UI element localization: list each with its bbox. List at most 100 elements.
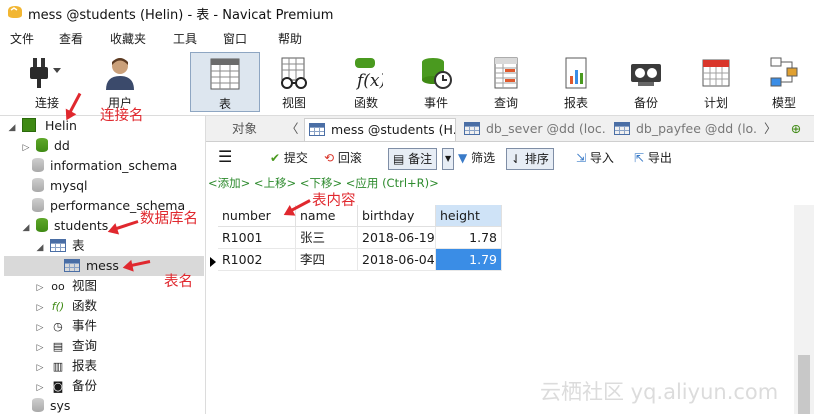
annotation-table-name: 表名 bbox=[164, 274, 193, 290]
plug-icon bbox=[30, 58, 61, 88]
table-icon bbox=[464, 122, 480, 135]
commit-label: 提交 bbox=[283, 151, 308, 165]
filter-button[interactable]: ▼ 筛选 bbox=[458, 148, 495, 170]
tab-db-payfee-label: db_payfee @dd (lo... bbox=[636, 121, 758, 136]
tab-mess[interactable]: mess @students (H... bbox=[304, 118, 456, 141]
export-button[interactable]: ⇱ 导出 bbox=[634, 148, 672, 170]
filter-icon: ▼ bbox=[458, 151, 468, 165]
navigation-tree: ◢ Helin ▷ dd information_schema mysql pe… bbox=[0, 116, 206, 414]
sort-label: 排序 bbox=[524, 152, 549, 166]
new-tab-icon[interactable]: ⊕ bbox=[782, 118, 806, 141]
query-button[interactable]: 查询 bbox=[480, 52, 532, 112]
expand-arrow-icon[interactable]: ▷ bbox=[34, 358, 46, 378]
function-label: 函数 bbox=[353, 96, 378, 110]
tree-db-students[interactable]: ◢ students bbox=[20, 216, 108, 236]
expand-arrow-icon[interactable]: ▷ bbox=[34, 378, 46, 398]
tree-events-label: 事件 bbox=[71, 318, 97, 333]
backup-button[interactable]: 备份 bbox=[620, 52, 672, 112]
menu-view[interactable]: 查看 bbox=[59, 30, 83, 47]
menu-tools[interactable]: 工具 bbox=[173, 30, 197, 47]
expand-arrow-icon[interactable]: ▷ bbox=[34, 278, 46, 298]
expand-arrow-icon[interactable]: ▷ bbox=[34, 338, 46, 358]
expand-arrow-icon[interactable]: ▷ bbox=[34, 318, 46, 338]
collapse-arrow-icon[interactable]: ◢ bbox=[20, 218, 32, 238]
report-button[interactable]: 报表 bbox=[550, 52, 602, 112]
table-cell[interactable]: 张三 bbox=[296, 227, 358, 249]
table-button[interactable]: 表 bbox=[190, 52, 260, 112]
collapse-arrow-icon[interactable]: ◢ bbox=[6, 118, 18, 138]
tree-queries[interactable]: ▷ ▤ 查询 bbox=[34, 336, 97, 356]
tree-tables-folder[interactable]: ◢ 表 bbox=[34, 236, 85, 256]
database-icon bbox=[35, 138, 48, 152]
function-button[interactable]: f(x) 函数 bbox=[340, 52, 392, 112]
database-icon bbox=[32, 198, 44, 212]
collapse-arrow-icon[interactable]: ◢ bbox=[34, 238, 46, 258]
window-title: mess @students (Helin) - 表 - Navicat Pre… bbox=[28, 8, 334, 23]
table-cell[interactable]: R1001 bbox=[218, 227, 296, 249]
model-button[interactable]: 模型 bbox=[758, 52, 810, 112]
table-cell[interactable]: 李四 bbox=[296, 249, 358, 271]
tab-db-sever[interactable]: db_sever @dd (loc... bbox=[460, 118, 606, 141]
column-header-height[interactable]: height bbox=[436, 205, 502, 227]
sort-icon: ⇃ bbox=[511, 152, 522, 166]
tree-functions[interactable]: ▷ f() 函数 bbox=[34, 296, 97, 316]
tab-objects[interactable]: 对象 bbox=[228, 118, 278, 141]
tab-scroll-right-icon[interactable]: 〉 bbox=[760, 118, 776, 141]
tree-reports[interactable]: ▷ ▥ 报表 bbox=[34, 356, 97, 376]
menu-favorites[interactable]: 收藏夹 bbox=[110, 30, 146, 47]
table-cell[interactable]: 1.78 bbox=[436, 227, 502, 249]
import-button[interactable]: ⇲ 导入 bbox=[576, 148, 614, 170]
menu-help[interactable]: 帮助 bbox=[278, 30, 302, 47]
watermark: 云栖社区 yq.aliyun.com bbox=[540, 380, 779, 404]
backup-icon bbox=[631, 64, 661, 86]
rollback-icon: ⟲ bbox=[324, 151, 335, 165]
view-button[interactable]: 视图 bbox=[268, 52, 320, 112]
column-header-birthday[interactable]: birthday bbox=[358, 205, 436, 227]
report-label: 报表 bbox=[563, 96, 588, 110]
report-icon: ▥ bbox=[52, 360, 64, 373]
tree-db-dd[interactable]: ▷ dd bbox=[20, 136, 70, 156]
tree-db-sys[interactable]: sys bbox=[32, 396, 70, 416]
view-icon bbox=[281, 57, 307, 89]
expand-arrow-icon[interactable]: ▷ bbox=[34, 298, 46, 318]
event-button[interactable]: 事件 bbox=[410, 52, 462, 112]
svg-text:f(x): f(x) bbox=[355, 71, 383, 90]
tree-db-label: dd bbox=[53, 138, 70, 153]
user-button[interactable]: 用户 bbox=[94, 52, 146, 112]
menu-window[interactable]: 窗口 bbox=[223, 30, 247, 47]
selected-table-cell[interactable]: 1.79 bbox=[436, 249, 502, 271]
menu-icon[interactable]: ☰ bbox=[218, 148, 232, 170]
connection-icon bbox=[21, 118, 36, 132]
tree-table-label: mess bbox=[86, 258, 119, 273]
report-icon bbox=[565, 57, 587, 89]
table-cell[interactable]: R1002 bbox=[218, 249, 296, 271]
sort-button[interactable]: ⇃ 排序 bbox=[506, 148, 554, 170]
note-dropdown-icon[interactable]: ▼ bbox=[442, 148, 454, 170]
tree-events[interactable]: ▷ ◷ 事件 bbox=[34, 316, 97, 336]
note-button[interactable]: ▤ 备注 bbox=[388, 148, 438, 170]
query-icon: ▤ bbox=[52, 340, 64, 353]
expand-arrow-icon[interactable]: ▷ bbox=[20, 138, 32, 158]
table-cell[interactable]: 2018-06-19 bbox=[358, 227, 436, 249]
schedule-button[interactable]: 计划 bbox=[690, 52, 742, 112]
table-cell[interactable]: 2018-06-04 bbox=[358, 249, 436, 271]
tab-scroll-left-icon[interactable]: 〈 bbox=[282, 118, 298, 141]
database-icon bbox=[32, 178, 44, 192]
commit-button[interactable]: ✔ 提交 bbox=[270, 148, 308, 170]
tree-views[interactable]: ▷ oo 视图 bbox=[34, 276, 97, 296]
tree-queries-label: 查询 bbox=[71, 338, 97, 353]
query-icon bbox=[494, 57, 518, 89]
tab-db-payfee[interactable]: db_payfee @dd (lo... bbox=[610, 118, 758, 141]
filter-label: 筛选 bbox=[471, 151, 496, 165]
rollback-label: 回滚 bbox=[337, 151, 362, 165]
vertical-scrollbar[interactable] bbox=[794, 205, 814, 414]
tree-db-information-schema[interactable]: information_schema bbox=[32, 156, 177, 176]
tree-db-mysql[interactable]: mysql bbox=[32, 176, 88, 196]
tree-backups[interactable]: ▷ ◙ 备份 bbox=[34, 376, 97, 396]
menu-file[interactable]: 文件 bbox=[10, 30, 34, 47]
scrollbar-thumb[interactable] bbox=[798, 355, 810, 414]
database-icon bbox=[32, 398, 44, 412]
tree-views-label: 视图 bbox=[71, 278, 97, 293]
rollback-button[interactable]: ⟲ 回滚 bbox=[324, 148, 362, 170]
table-label: 表 bbox=[218, 97, 231, 111]
